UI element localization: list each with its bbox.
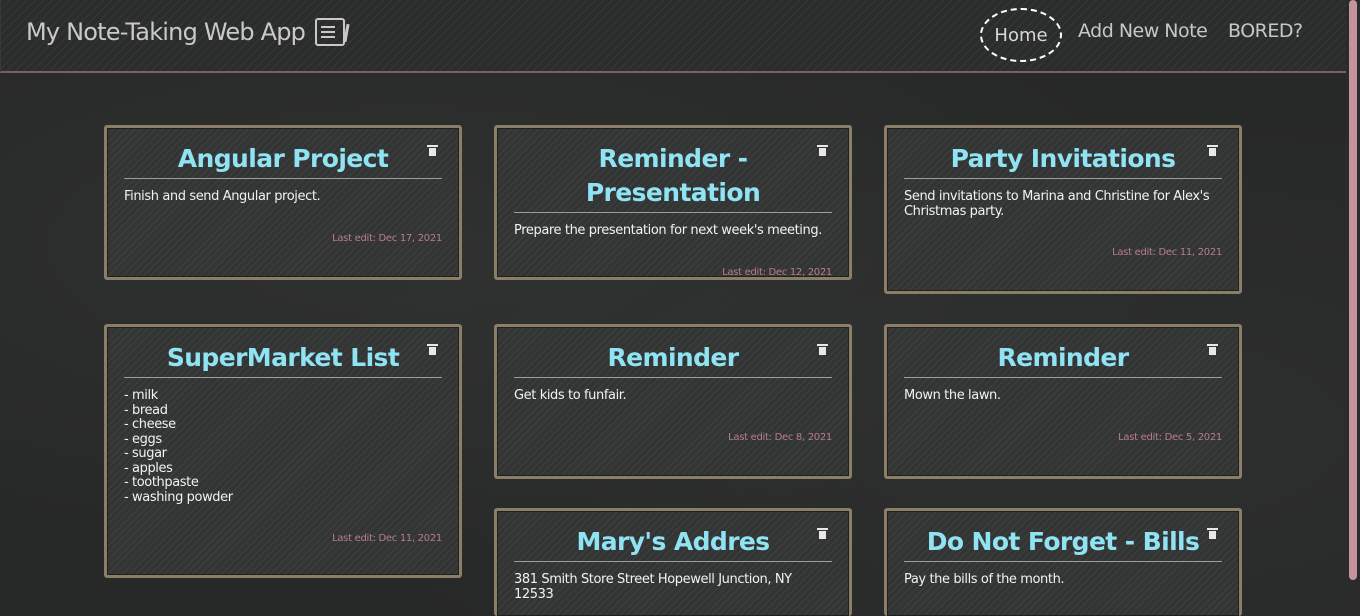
delete-icon[interactable] bbox=[1207, 145, 1218, 156]
app-title: My Note-Taking Web App bbox=[26, 18, 306, 46]
note-body: Mown the lawn. bbox=[904, 388, 1001, 403]
note-title: Party Invitations bbox=[904, 142, 1222, 179]
delete-icon[interactable] bbox=[817, 528, 828, 539]
note-last-edit: Last edit: Dec 17, 2021 bbox=[332, 232, 442, 244]
note-title: Reminder bbox=[514, 341, 832, 378]
app-brand[interactable]: My Note-Taking Web App bbox=[26, 18, 346, 46]
note-card: Reminder Get kids to funfair. Last edit:… bbox=[494, 324, 852, 479]
note-body: Prepare the presentation for next week's… bbox=[514, 223, 822, 238]
note-last-edit: Last edit: Dec 11, 2021 bbox=[332, 533, 442, 544]
note-title: Reminder - Presentation bbox=[514, 142, 832, 213]
delete-icon[interactable] bbox=[427, 145, 438, 156]
note-card: Reminder - Presentation Prepare the pres… bbox=[494, 125, 852, 280]
note-card: SuperMarket List - milk - bread - cheese… bbox=[104, 324, 462, 578]
note-title: SuperMarket List bbox=[124, 341, 442, 378]
scrollbar-thumb[interactable] bbox=[1349, 0, 1357, 580]
note-last-edit: Last edit: Dec 5, 2021 bbox=[1118, 431, 1222, 443]
note-card: Angular Project Finish and send Angular … bbox=[104, 125, 462, 280]
delete-icon[interactable] bbox=[1207, 344, 1218, 355]
note-body: - milk - bread - cheese - eggs - sugar -… bbox=[124, 388, 233, 505]
notepad-icon bbox=[315, 18, 346, 46]
navbar: My Note-Taking Web App Home Add New Note… bbox=[0, 0, 1346, 73]
nav-bored-link[interactable]: BORED? bbox=[1228, 20, 1303, 42]
note-card: Mary's Addres 381 Smith Store Street Hop… bbox=[494, 508, 852, 616]
note-last-edit: Last edit: Dec 8, 2021 bbox=[728, 431, 832, 443]
note-title: Angular Project bbox=[124, 142, 442, 179]
note-card: Do Not Forget - Bills Pay the bills of t… bbox=[884, 508, 1242, 616]
page-scrollbar[interactable] bbox=[1346, 0, 1360, 616]
delete-icon[interactable] bbox=[817, 344, 828, 355]
note-last-edit: Last edit: Dec 12, 2021 bbox=[722, 266, 832, 278]
delete-icon[interactable] bbox=[1207, 528, 1218, 539]
note-body: Send invitations to Marina and Christine… bbox=[904, 189, 1210, 219]
nav-home-label: Home bbox=[994, 24, 1048, 46]
note-title: Do Not Forget - Bills bbox=[904, 525, 1222, 562]
note-body: Pay the bills of the month. bbox=[904, 572, 1065, 587]
note-card: Reminder Mown the lawn. Last edit: Dec 5… bbox=[884, 324, 1242, 479]
delete-icon[interactable] bbox=[427, 344, 438, 355]
note-title: Reminder bbox=[904, 341, 1222, 378]
nav-home-link[interactable]: Home bbox=[980, 8, 1062, 62]
note-body: Get kids to funfair. bbox=[514, 388, 627, 403]
nav-add-new-note-link[interactable]: Add New Note bbox=[1078, 20, 1208, 42]
note-body: Finish and send Angular project. bbox=[124, 189, 321, 204]
note-body: 381 Smith Store Street Hopewell Junction… bbox=[514, 572, 792, 602]
note-last-edit: Last edit: Dec 11, 2021 bbox=[1112, 247, 1222, 258]
note-card: Party Invitations Send invitations to Ma… bbox=[884, 125, 1242, 294]
note-title: Mary's Addres bbox=[514, 525, 832, 562]
delete-icon[interactable] bbox=[817, 145, 828, 156]
